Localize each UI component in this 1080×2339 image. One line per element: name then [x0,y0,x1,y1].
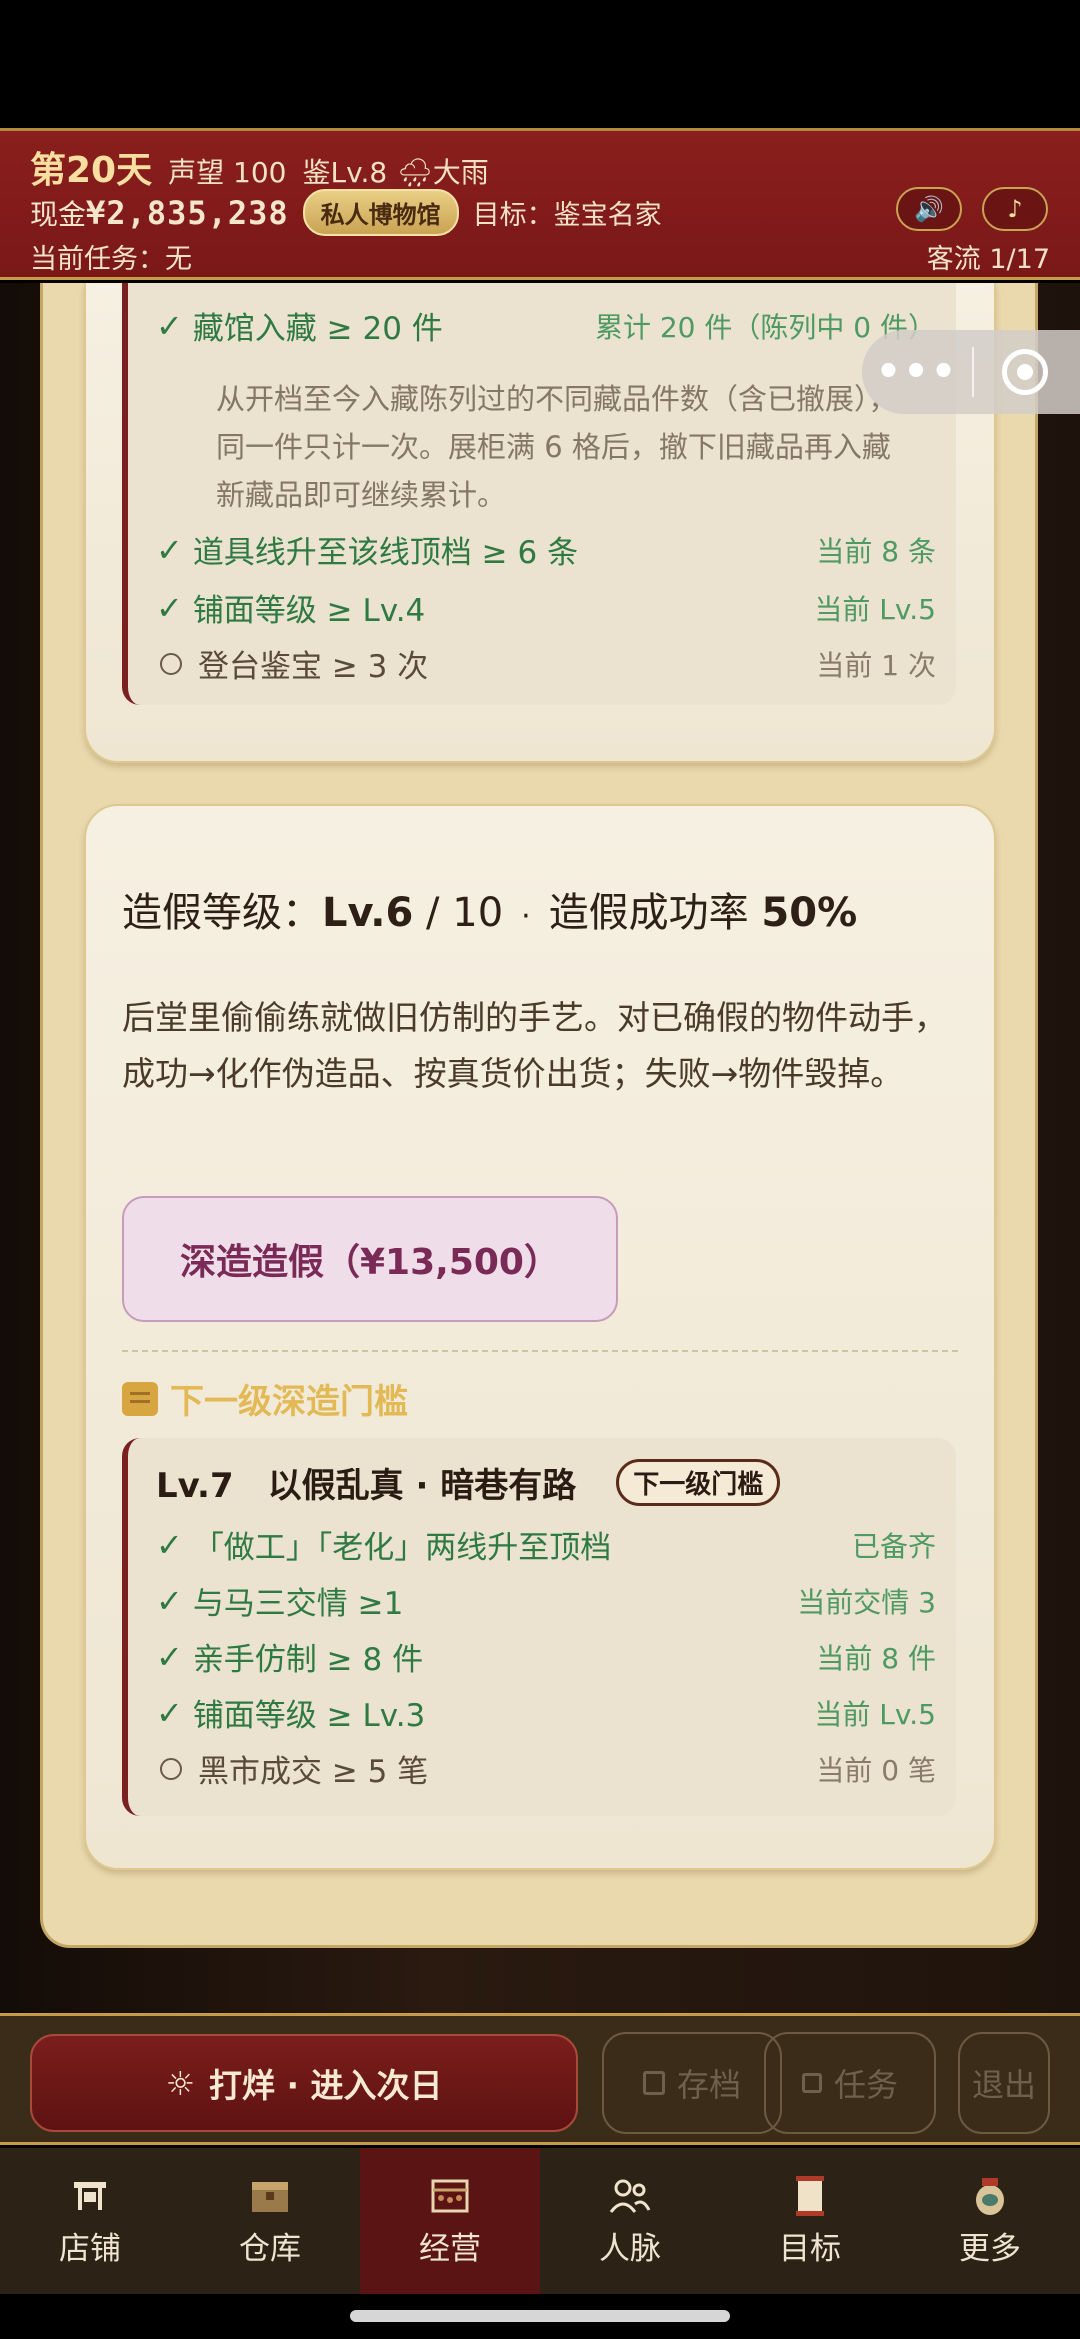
music-button[interactable]: ♪ [982,187,1048,231]
people-icon [607,2175,653,2217]
tab-warehouse[interactable]: 仓库 [180,2148,360,2294]
tab-operations[interactable]: 经营 [360,2148,540,2294]
more-jar-icon [967,2175,1013,2217]
sun-icon: ☼ [165,2063,196,2103]
abacus-icon [427,2175,473,2217]
appraisal-level: 鉴Lv.8 [302,156,388,189]
requirement-row: ✓ 道具线升至该线顶档 ≥ 6 条 当前 8 条 [156,530,936,572]
next-threshold-header: 下一级深造门槛 [122,1374,408,1423]
task-square-icon [801,2073,822,2093]
bottom-tab-bar: 店铺 仓库 经营 人脉 目标 更多 [0,2148,1080,2294]
rain-cloud-icon: 🌧 [397,156,433,189]
requirement-row: 登台鉴宝 ≥ 3 次 当前 1 次 [156,641,936,686]
requirement-row: ✓ 藏馆入藏 ≥ 20 件 累计 20 件（陈列中 0 件） [156,306,936,348]
action-bar: ☼ 打烊 · 进入次日 存档 任务 退出 [0,2013,1080,2145]
forge-description: 后堂里偷偷练就做旧仿制的手艺。对已确假的物件动手，成功→化作伪造品、按真货价出货… [122,998,947,1093]
more-dots-icon[interactable]: ••• [862,349,972,395]
target-close-icon[interactable] [1002,349,1048,395]
warehouse-crate-icon [247,2175,293,2217]
requirement-row: ✓ 「做工」「老化」两线升至顶档 已备齐 [156,1525,936,1567]
tab-contacts[interactable]: 人脉 [540,2148,720,2294]
header-stats: 第20天 声望 100 鉴Lv.8 🌧大雨 [30,141,489,193]
scroll-icon [122,1381,158,1416]
visitor-flow: 客流 1/17 [926,244,1050,275]
check-icon: ✓ [156,306,183,345]
task-button[interactable]: 任务 [764,2032,936,2134]
save-button[interactable]: 存档 [602,2032,782,2134]
requirement-row: 黑市成交 ≥ 5 笔 当前 0 笔 [156,1746,936,1791]
current-task: 当前任务：无 [30,244,192,275]
day-counter: 第20天 [30,150,153,191]
tab-shop[interactable]: 店铺 [0,2148,180,2294]
check-icon: ✓ [156,1525,183,1564]
requirement-row: ✓ 与马三交情 ≥1 当前交情 3 [156,1581,936,1623]
circle-icon [160,1757,182,1780]
exit-button[interactable]: 退出 [958,2032,1050,2134]
museum-requirements: ✓ 藏馆入藏 ≥ 20 件 累计 20 件（陈列中 0 件） 从开档至今入藏陈列过… [122,283,956,705]
goal-text: 目标：鉴宝名家 [472,200,662,231]
sound-button[interactable]: 🔊 [896,187,962,231]
check-icon: ✓ [156,530,183,569]
mini-program-capsule: ••• [862,330,1080,414]
circle-icon [160,652,182,675]
deepen-forge-button[interactable]: 深造造假（¥13,500） [122,1196,618,1322]
reputation: 声望 100 [168,156,287,189]
music-note-icon: ♪ [1007,195,1023,223]
requirement-note: 从开档至今入藏陈列过的不同藏品件数（含已撤展），同一件只计一次。展柜满 6 格后… [216,382,898,512]
status-bar [0,0,1080,128]
requirement-row: ✓ 铺面等级 ≥ Lv.3 当前 Lv.5 [156,1693,936,1735]
museum-badge[interactable]: 私人博物馆 [302,189,459,236]
game-header: 第20天 声望 100 鉴Lv.8 🌧大雨 现金¥2,835,238 私人博物馆… [0,128,1080,280]
requirement-row: ✓ 铺面等级 ≥ Lv.4 当前 Lv.5 [156,588,936,630]
floppy-disk-icon [642,2071,665,2095]
next-level-title: Lv.7 以假乱真 · 暗巷有路 下一级门槛 [156,1458,781,1507]
scroll-goal-icon [787,2175,833,2217]
next-level-requirements: Lv.7 以假乱真 · 暗巷有路 下一级门槛 ✓ 「做工」「老化」两线升至顶档 已… [122,1438,956,1816]
speaker-icon: 🔊 [914,195,944,223]
tab-goals[interactable]: 目标 [720,2148,900,2294]
next-day-button[interactable]: ☼ 打烊 · 进入次日 [30,2034,578,2132]
forge-level-title: 造假等级：Lv.6 / 10 · 造假成功率 50% [122,890,858,936]
next-threshold-badge: 下一级门槛 [616,1459,781,1506]
weather: 🌧大雨 [397,156,489,189]
requirement-row: ✓ 亲手仿制 ≥ 8 件 当前 8 件 [156,1637,936,1679]
check-icon: ✓ [156,1637,183,1676]
shop-icon [67,2175,113,2217]
home-indicator[interactable] [350,2310,730,2322]
check-icon: ✓ [156,1581,183,1620]
check-icon: ✓ [156,588,183,627]
tab-more[interactable]: 更多 [900,2148,1080,2294]
divider [122,1350,958,1352]
check-icon: ✓ [156,1693,183,1732]
capsule-divider [972,347,974,397]
cash-display: 现金¥2,835,238 [30,193,289,232]
header-cash-row: 现金¥2,835,238 私人博物馆 目标：鉴宝名家 [30,189,662,236]
